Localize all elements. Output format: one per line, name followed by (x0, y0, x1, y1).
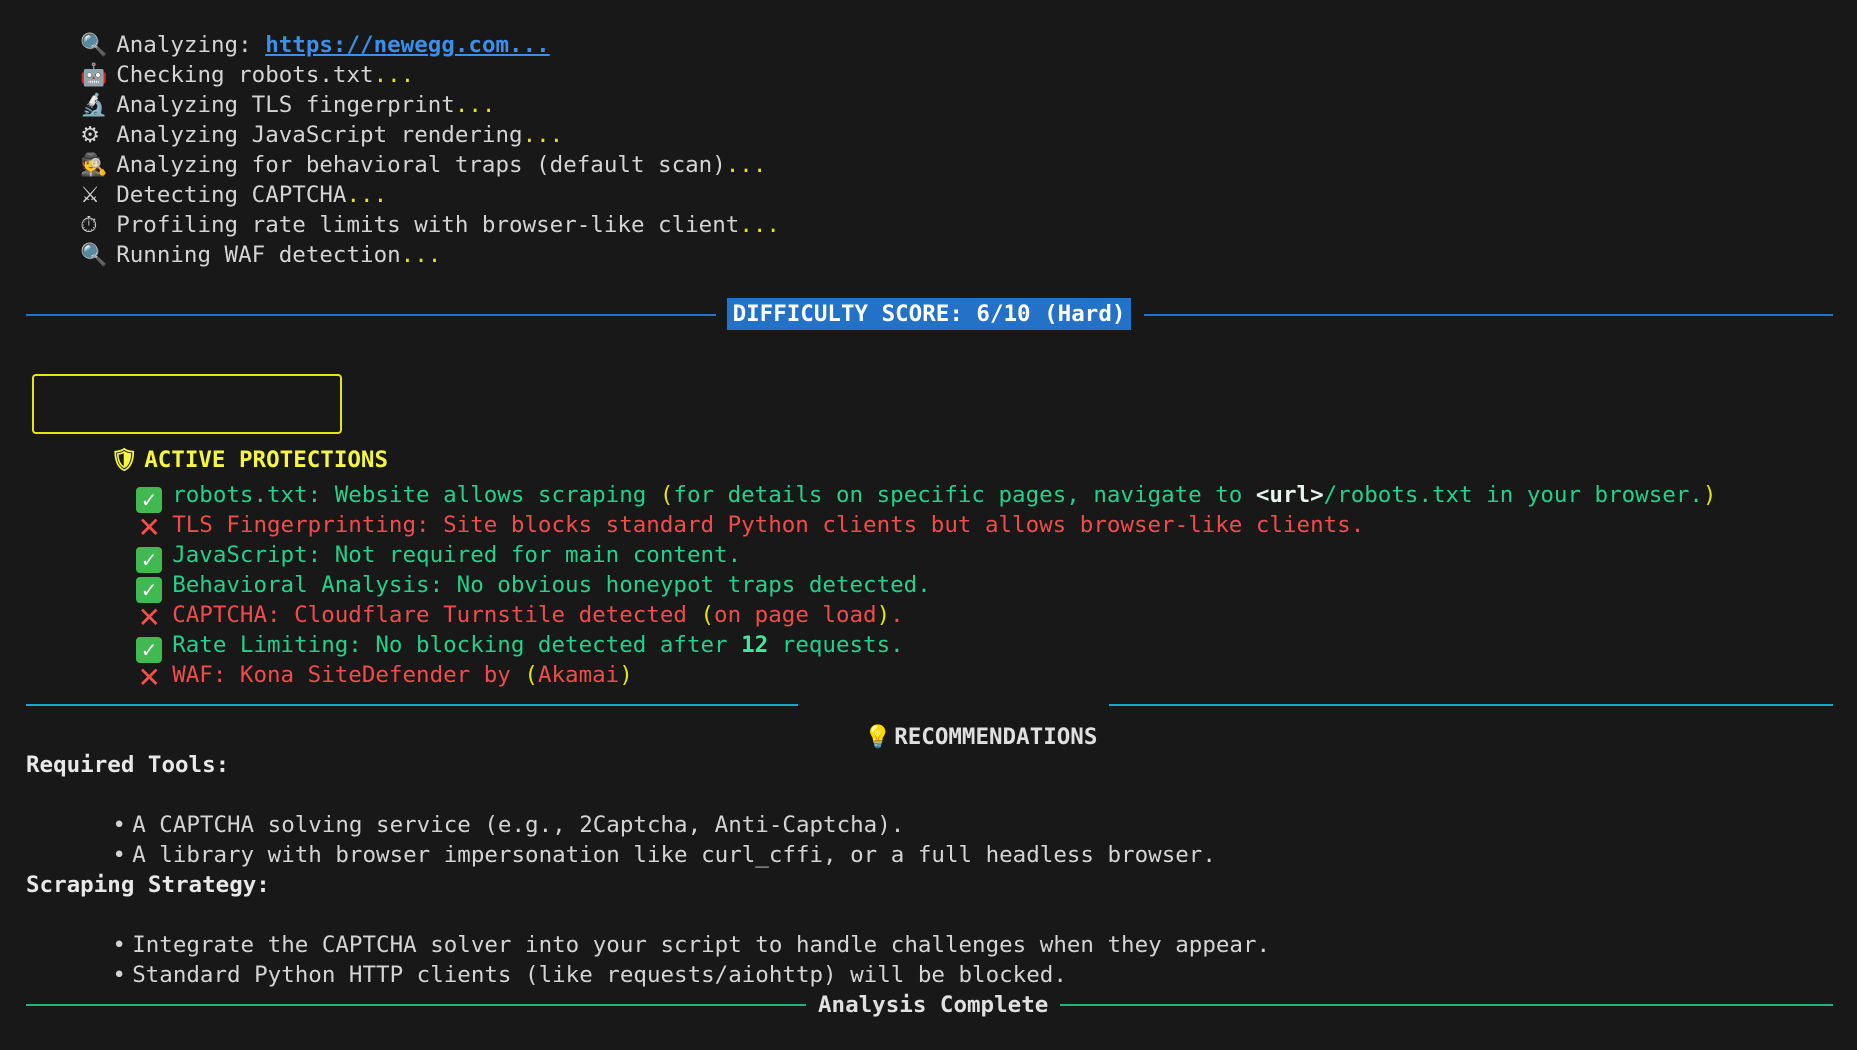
progress-line-robots: 🤖 Checking robots.txt... (26, 30, 414, 88)
progress-line-javascript: ⚙ Analyzing JavaScript rendering... (26, 90, 563, 148)
progress-line-waf: 🔍 Running WAF detection... (26, 210, 441, 268)
difficulty-score-badge: DIFFICULTY SCORE: 6/10 (Hard) (727, 298, 1131, 330)
progress-line-tls: 🔬 Analyzing TLS fingerprint... (26, 60, 495, 118)
lightbulb-icon: 💡 (864, 725, 892, 750)
progress-line-analyzing: 🔍 Analyzing: https://newegg.com... (26, 0, 550, 58)
progress-ellipsis: ... (739, 212, 780, 238)
terminal-output: 🔍 Analyzing: https://newegg.com... 🤖 Check… (0, 0, 1857, 1050)
protection-item-ratelimit: ✓ Rate Limiting: No blocking detected aft… (82, 600, 904, 663)
progress-line-captcha: ⚔ Detecting CAPTCHA... (26, 150, 387, 208)
required-tools-heading: Required Tools: (26, 752, 230, 778)
progress-ellipsis: ... (400, 242, 442, 268)
scraping-strategy-heading: Scraping Strategy: (26, 872, 270, 898)
progress-line-ratelimit: ⏱ Profiling rate limits with browser-like… (26, 180, 780, 238)
protection-item-waf: ✕ WAF: Kona SiteDefender by (Akamai) (137, 661, 633, 694)
protection-item-captcha: ✕ CAPTCHA: Cloudflare Turnstile detected … (137, 601, 904, 634)
bullet: • (112, 962, 126, 988)
divider-line (1144, 314, 1833, 316)
active-protections-title-box: 🛡 ACTIVE PROTECTIONS (32, 374, 388, 473)
divider-line (26, 314, 716, 316)
protection-item-tls: ✕ TLS Fingerprinting: Site blocks standar… (137, 511, 1365, 544)
protection-item-behavioral: ✓ Behavioral Analysis: No obvious honeypo… (82, 540, 931, 603)
magnifier-icon: 🔍 (80, 243, 108, 268)
progress-text: Running WAF detection (116, 242, 401, 268)
progress-ellipsis: ... (725, 152, 767, 178)
recommendations-title: 💡 RECOMMENDATIONS (798, 689, 1110, 750)
cross-mark-icon: ✕ (137, 661, 161, 694)
list-item: • A CAPTCHA solving service (e.g., 2Captc… (52, 780, 904, 838)
protection-item-robots: ✓ robots.txt: Website allows scraping (fo… (82, 450, 1716, 513)
list-item: • A library with browser impersonation li… (52, 810, 1215, 868)
bullet: • (112, 842, 126, 868)
protection-item-javascript: ✓ JavaScript: Not required for main conte… (82, 510, 741, 573)
analysis-complete-label: Analysis Complete (806, 989, 1061, 1021)
progress-line-behavioral: 🕵 Analyzing for behavioral traps (default… (26, 120, 766, 178)
list-item: • Integrate the CAPTCHA solver into your … (52, 900, 1270, 958)
list-item: • Standard Python HTTP clients (like requ… (52, 930, 1066, 988)
